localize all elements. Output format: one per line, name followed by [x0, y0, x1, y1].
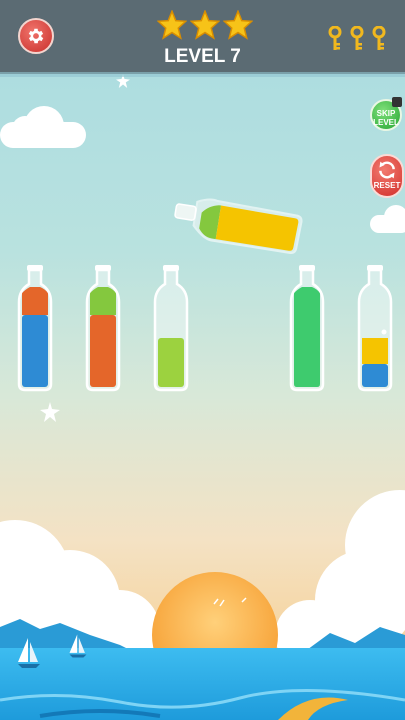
- tilted-bottle[interactable]: [166, 196, 304, 256]
- star-icon: [190, 10, 220, 40]
- skip-level-label-line2: LEVEL: [373, 118, 399, 127]
- reset-label: RESET: [373, 181, 401, 190]
- key-icon: [350, 26, 364, 50]
- palm-leaf-icon: [278, 697, 348, 720]
- cloud: [370, 205, 405, 235]
- top-bar-divider: [0, 72, 405, 77]
- bottle-1[interactable]: [17, 262, 53, 392]
- bottle-2[interactable]: [85, 262, 121, 392]
- reset-button[interactable]: RESET: [370, 154, 404, 198]
- game-stage: LEVEL 7 SKIP LEVEL RESET: [0, 0, 405, 720]
- level-label: LEVEL 7: [164, 46, 241, 67]
- bottle-5[interactable]: [357, 262, 393, 392]
- bottle-4[interactable]: [289, 262, 325, 392]
- video-ad-icon: [392, 97, 402, 107]
- star-icon: [157, 10, 187, 40]
- cloud: [0, 102, 90, 148]
- key-icon: [372, 26, 386, 50]
- key-icon: [328, 26, 342, 50]
- sailboat-icon: [69, 634, 87, 658]
- sparkle-icon: [40, 402, 60, 422]
- gear-icon: [28, 28, 44, 44]
- bottle-3[interactable]: [153, 262, 189, 392]
- level-stars: [157, 10, 253, 42]
- birds-icon: [213, 597, 247, 607]
- skip-level-label-line1: SKIP: [376, 109, 396, 118]
- star-icon: [223, 10, 253, 40]
- reset-arrows-icon: [379, 161, 395, 179]
